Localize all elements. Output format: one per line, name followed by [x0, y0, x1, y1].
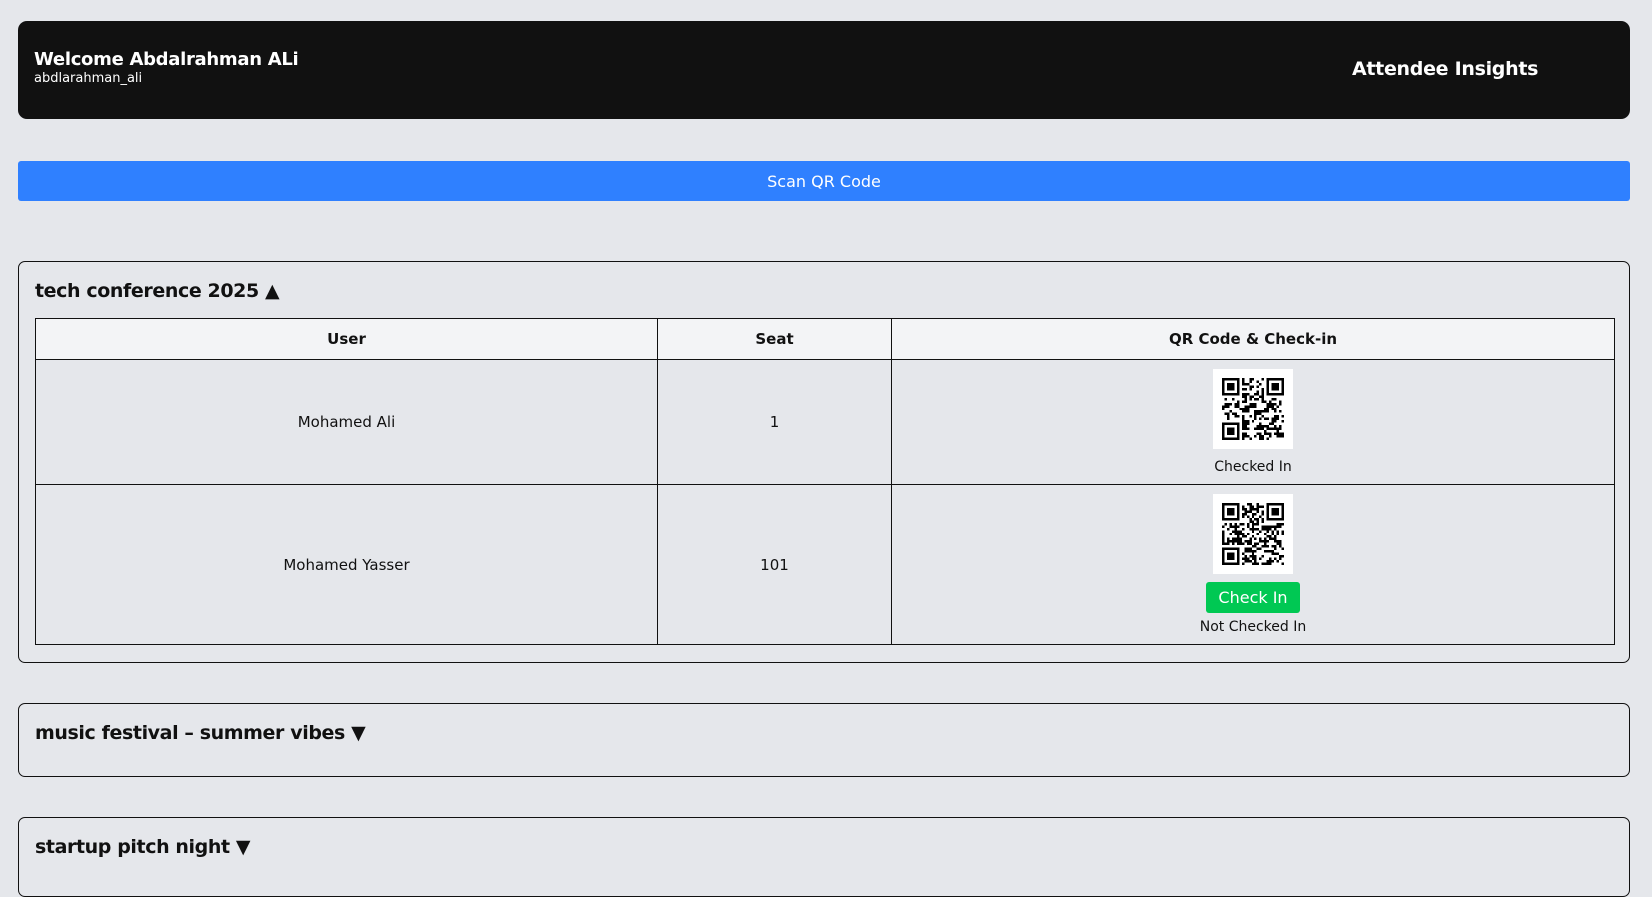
- qr-code-icon: [1213, 494, 1293, 574]
- qr-cell: Checked In: [891, 359, 1615, 485]
- check-in-button[interactable]: Check In: [1206, 582, 1300, 613]
- event-toggle-tech-conference[interactable]: tech conference 2025 ▲: [35, 280, 280, 302]
- attendee-insights-link[interactable]: Attendee Insights: [1352, 58, 1538, 80]
- scan-qr-code-button[interactable]: Scan QR Code: [18, 161, 1630, 201]
- qr-cell: Check In Not Checked In: [891, 484, 1615, 645]
- user-cell: Mohamed Ali: [35, 359, 658, 485]
- event-toggle-startup-pitch[interactable]: startup pitch night ▼: [35, 836, 250, 858]
- column-header-seat: Seat: [657, 318, 892, 360]
- event-toggle-music-festival[interactable]: music festival – summer vibes ▼: [35, 722, 366, 744]
- column-header-qr: QR Code & Check-in: [891, 318, 1615, 360]
- qr-code-icon: [1213, 369, 1293, 449]
- app-header: Welcome Abdalrahman ALi abdlarahman_ali …: [18, 21, 1630, 119]
- attendee-table: User Seat QR Code & Check-in Mohamed Ali…: [35, 318, 1615, 645]
- user-cell: Mohamed Yasser: [35, 484, 658, 645]
- event-section-music-festival: music festival – summer vibes ▼: [18, 703, 1630, 777]
- welcome-text: Welcome Abdalrahman ALi: [34, 49, 299, 70]
- seat-cell: 1: [657, 359, 892, 485]
- username-text: abdlarahman_ali: [34, 71, 143, 86]
- column-header-user: User: [35, 318, 658, 360]
- event-section-startup-pitch: startup pitch night ▼: [18, 817, 1630, 897]
- seat-cell: 101: [657, 484, 892, 645]
- checkin-status: Not Checked In: [1199, 619, 1307, 635]
- table-row: Mohamed Yasser 101 Check In Not Checked …: [35, 484, 1615, 645]
- checkin-status: Checked In: [1214, 459, 1292, 475]
- table-row: Mohamed Ali 1 Checked In: [35, 359, 1615, 485]
- event-section-tech-conference: tech conference 2025 ▲ User Seat QR Code…: [18, 261, 1630, 663]
